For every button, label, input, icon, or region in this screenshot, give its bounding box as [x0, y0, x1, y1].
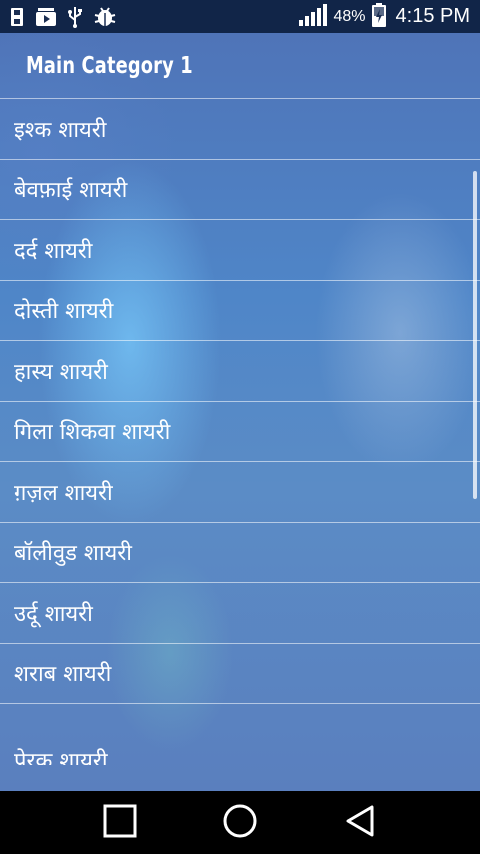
screen: 48% 4:15 PM Main Category 1 इश्क शायरी ब…: [0, 0, 480, 854]
recents-square-icon: [103, 804, 137, 842]
list-item-label: दोस्ती शायरी: [14, 299, 114, 325]
app-header: Main Category 1: [0, 33, 480, 99]
scrollbar[interactable]: [473, 171, 477, 499]
battery-charging-icon: [371, 2, 386, 31]
page-title: Main Category 1: [26, 52, 193, 79]
recents-button[interactable]: [98, 801, 142, 845]
list-item[interactable]: प्रेरक शायरी: [0, 704, 480, 765]
notification-icons: [10, 6, 116, 28]
clock: 4:15 PM: [395, 5, 470, 27]
list-item[interactable]: बॉलीवुड शायरी: [0, 523, 480, 583]
list-item[interactable]: हास्य शायरी: [0, 341, 480, 402]
list-item-label: शराब शायरी: [14, 662, 112, 688]
home-button[interactable]: [218, 801, 262, 845]
list-item-label: इश्क शायरी: [14, 117, 107, 143]
list-item-label: दर्द शायरी: [14, 238, 93, 264]
list-item[interactable]: शराब शायरी: [0, 644, 480, 704]
list-item-label: हास्य शायरी: [14, 359, 108, 385]
list-item-label: बॉलीवुड शायरी: [14, 541, 132, 567]
list-item[interactable]: दर्द शायरी: [0, 220, 480, 281]
back-triangle-icon: [344, 804, 376, 842]
youtube-icon: [36, 7, 56, 26]
list-item[interactable]: ग़ज़ल शायरी: [0, 462, 480, 523]
battery-percent: 48%: [333, 7, 366, 25]
navigation-bar: [0, 791, 480, 854]
app-content: Main Category 1 इश्क शायरी बेवफ़ाई शायरी…: [0, 33, 480, 791]
save-icon: [10, 7, 24, 27]
usb-icon: [68, 6, 82, 28]
list-item-label: ग़ज़ल शायरी: [14, 480, 113, 506]
list-item[interactable]: दोस्ती शायरी: [0, 281, 480, 341]
list-item-label: उर्दू शायरी: [14, 601, 93, 627]
android-debug-icon: [94, 6, 116, 27]
list-item[interactable]: उर्दू शायरी: [0, 583, 480, 644]
home-circle-icon: [222, 803, 258, 843]
list-item-label: प्रेरक शायरी: [14, 749, 108, 765]
back-button[interactable]: [338, 801, 382, 845]
status-bar: 48% 4:15 PM: [0, 0, 480, 33]
system-status: 48% 4:15 PM: [299, 2, 470, 31]
category-list[interactable]: इश्क शायरी बेवफ़ाई शायरी दर्द शायरी दोस्…: [0, 99, 480, 765]
list-item[interactable]: बेवफ़ाई शायरी: [0, 160, 480, 220]
list-item[interactable]: गिला शिकवा शायरी: [0, 402, 480, 462]
list-item-label: बेवफ़ाई शायरी: [14, 178, 128, 204]
list-item-label: गिला शिकवा शायरी: [14, 420, 171, 446]
signal-icon: [299, 3, 328, 30]
list-item[interactable]: इश्क शायरी: [0, 99, 480, 160]
